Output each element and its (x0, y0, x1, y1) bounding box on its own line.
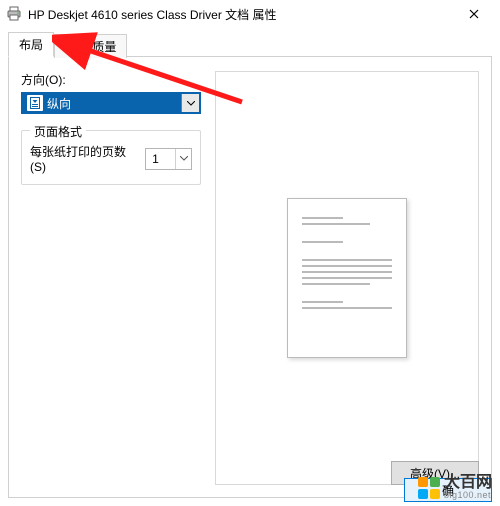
pages-per-sheet-value: 1 (146, 152, 175, 166)
chevron-down-icon (181, 94, 199, 112)
left-column: 方向(O): 纵向 (21, 71, 201, 485)
dialog-button-row: 确 (404, 478, 492, 502)
close-button[interactable] (454, 0, 494, 28)
orientation-label: 方向(O): (21, 71, 201, 88)
print-preview (215, 71, 479, 485)
portrait-icon (27, 95, 43, 111)
tab-paper-quality[interactable]: 纸张/质量 (54, 34, 127, 58)
printer-icon (6, 6, 22, 22)
ok-button[interactable]: 确 (404, 478, 492, 502)
tab-label: 纸张/质量 (65, 40, 116, 54)
preview-page (287, 198, 407, 358)
window: HP Deskjet 4610 series Class Driver 文档 属… (0, 0, 500, 506)
orientation-value: 纵向 (47, 95, 181, 112)
page-format-legend: 页面格式 (30, 123, 86, 140)
window-title: HP Deskjet 4610 series Class Driver 文档 属… (28, 6, 454, 23)
tabstrip: 布局 纸张/质量 (8, 34, 492, 56)
titlebar: HP Deskjet 4610 series Class Driver 文档 属… (0, 0, 500, 28)
tab-panel-layout: 方向(O): 纵向 (8, 56, 492, 498)
orientation-select[interactable]: 纵向 (21, 92, 201, 114)
client-area: 布局 纸张/质量 方向(O): 纵 (0, 28, 500, 506)
page-format-group: 页面格式 每张纸打印的页数(S) 1 (21, 130, 201, 185)
tab-layout[interactable]: 布局 (8, 32, 54, 57)
tab-label: 布局 (19, 38, 43, 52)
pages-per-sheet-row: 每张纸打印的页数(S) 1 (30, 143, 192, 174)
pages-per-sheet-label: 每张纸打印的页数(S) (30, 143, 139, 174)
pages-per-sheet-select[interactable]: 1 (145, 148, 192, 170)
button-label: 确 (442, 482, 454, 499)
chevron-down-icon (175, 149, 191, 169)
